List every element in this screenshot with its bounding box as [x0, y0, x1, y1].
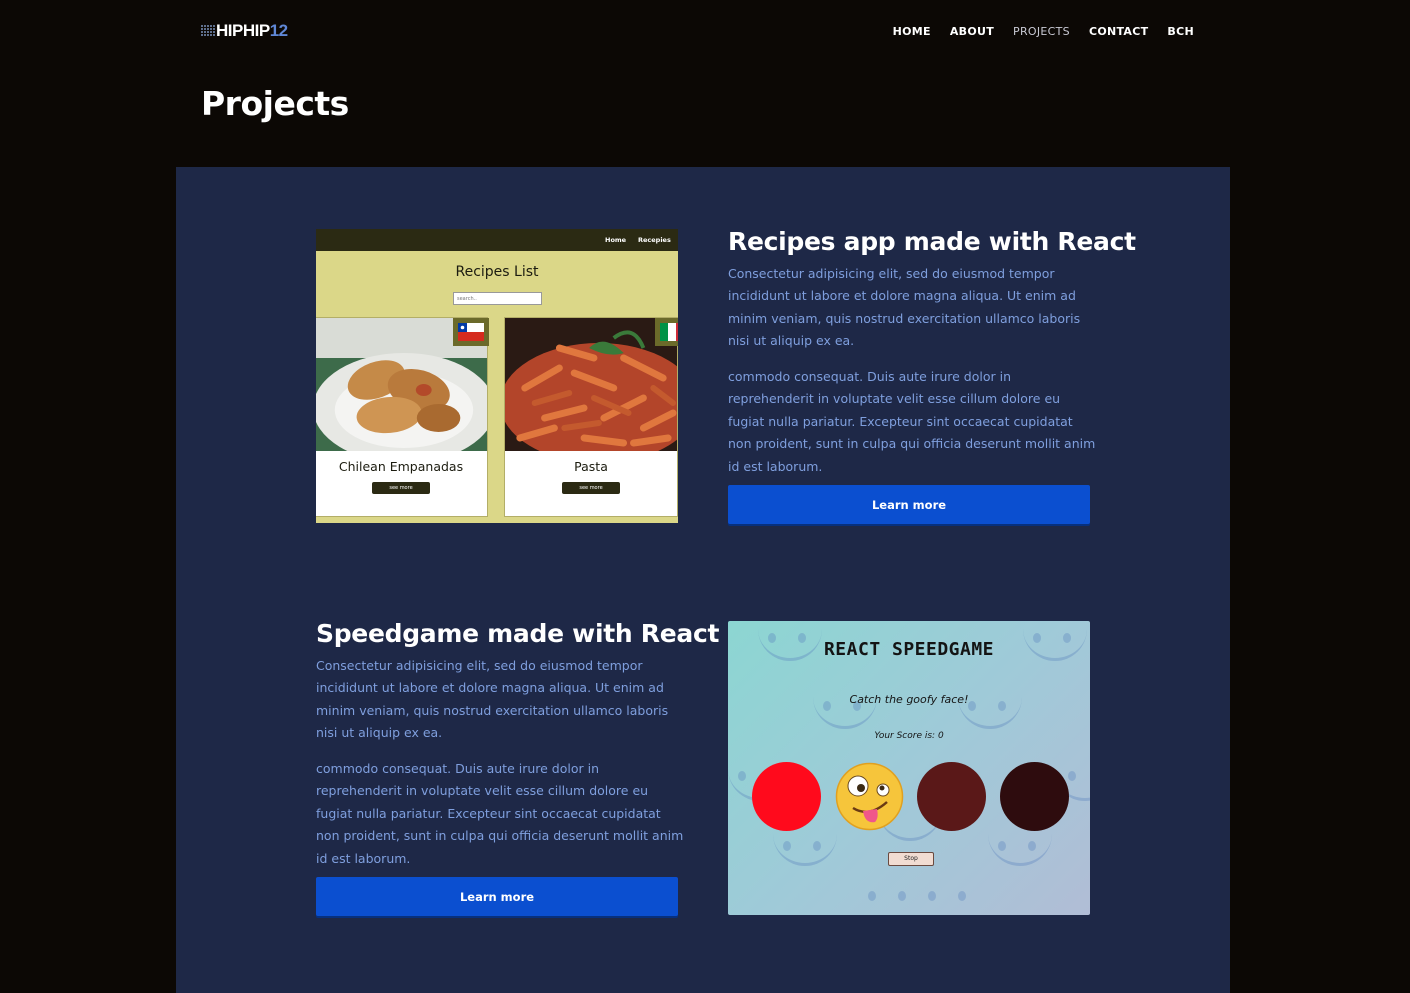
site-logo[interactable]: HIPHIP12 — [201, 22, 288, 40]
learn-more-button-speedgame[interactable]: Learn more — [316, 877, 678, 916]
pasta-photo — [505, 318, 677, 451]
goofy-face-icon — [835, 762, 904, 831]
game-circle-red — [752, 762, 821, 831]
nav-bch[interactable]: BCH — [1167, 26, 1194, 38]
preview-nav-recepies: Recepies — [638, 236, 671, 244]
preview-card-empanadas: Chilean Empanadas see more — [316, 317, 489, 517]
preview-navbar: Home Recepies — [316, 229, 678, 251]
preview-card-title: Pasta — [574, 459, 608, 474]
project-description-2: commodo consequat. Duis aute irure dolor… — [316, 761, 684, 866]
main-nav: HOME ABOUT PROJECTS CONTACT BCH — [893, 26, 1194, 38]
preview-see-more-button: see more — [562, 482, 620, 494]
logo-text: HIPHIP12 — [216, 21, 288, 40]
game-subtitle: Catch the goofy face! — [849, 693, 969, 706]
recipes-app-screenshot[interactable]: Home Recepies Recipes List search.. Chil… — [316, 229, 678, 523]
projects-panel: Home Recepies Recipes List search.. Chil… — [176, 167, 1230, 993]
nav-projects[interactable]: PROJECTS — [1013, 26, 1070, 38]
project-title-speedgame: Speedgame made with React — [316, 619, 720, 648]
speedgame-screenshot[interactable]: REACT SPEEDGAME Catch the goofy face! Yo… — [728, 621, 1090, 915]
nav-home[interactable]: HOME — [893, 26, 931, 38]
game-heading: REACT SPEEDGAME — [823, 639, 995, 660]
page-title: Projects — [201, 84, 349, 123]
game-score: Your Score is: 0 — [874, 731, 944, 741]
nav-about[interactable]: ABOUT — [950, 26, 994, 38]
game-stop-button: Stop — [888, 852, 934, 866]
preview-card-pasta: Pasta see more — [504, 317, 678, 517]
preview-see-more-button: see more — [372, 482, 430, 494]
game-circle-dark-red — [917, 762, 986, 831]
nav-contact[interactable]: CONTACT — [1089, 26, 1148, 38]
project-description-2: commodo consequat. Duis aute irure dolor… — [728, 369, 1096, 474]
project-title-recipes: Recipes app made with React — [728, 227, 1136, 256]
preview-heading: Recipes List — [455, 264, 539, 280]
preview-card-title: Chilean Empanadas — [338, 459, 464, 474]
preview-search-input: search.. — [453, 292, 542, 305]
logo-dots-icon — [201, 25, 216, 37]
project-description-1: Consectetur adipisicing elit, sed do eiu… — [316, 658, 669, 741]
preview-nav-home: Home — [605, 236, 627, 244]
learn-more-button-recipes[interactable]: Learn more — [728, 485, 1090, 524]
project-description-1: Consectetur adipisicing elit, sed do eiu… — [728, 266, 1081, 349]
italy-flag-icon — [655, 318, 678, 346]
site-header: HIPHIP12 HOME ABOUT PROJECTS CONTACT BCH — [0, 0, 1410, 64]
game-circle-maroon — [1000, 762, 1069, 831]
chile-flag-icon — [453, 318, 489, 346]
